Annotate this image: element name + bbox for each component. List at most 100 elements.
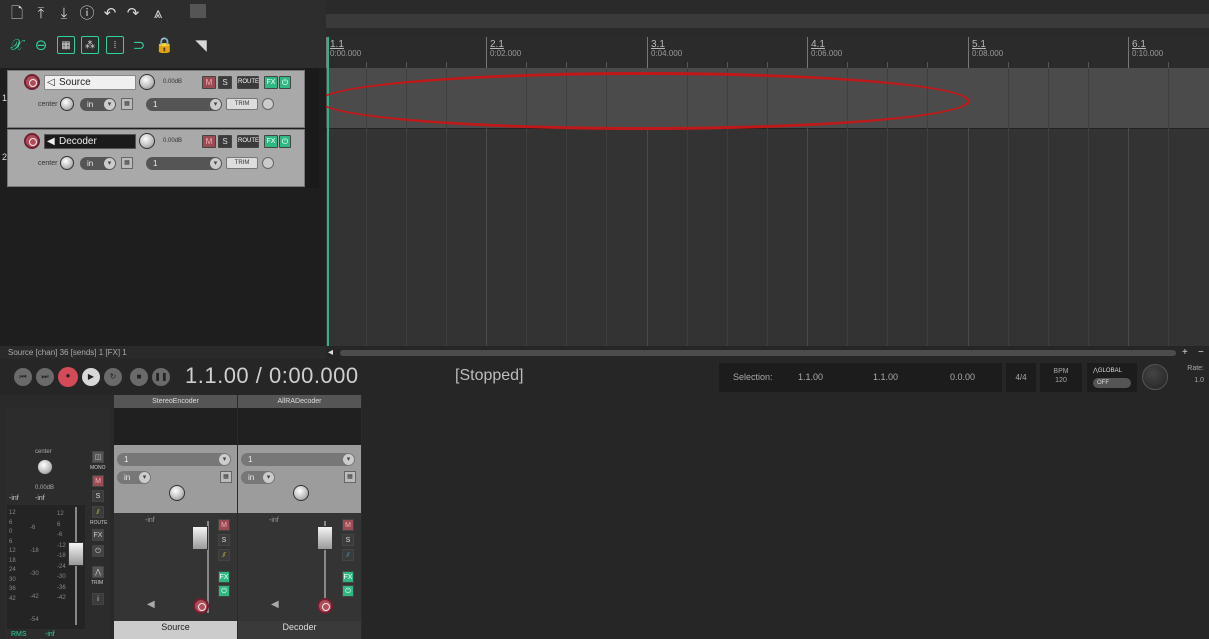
strip-record-arm-button[interactable]: [193, 598, 209, 614]
strip-fader[interactable]: [192, 526, 208, 550]
master-info-icon[interactable]: i: [92, 593, 104, 605]
fx-power-icon[interactable]: ⏻: [279, 135, 291, 148]
time-signature[interactable]: 4/4: [1006, 363, 1036, 392]
master-fx-power-icon[interactable]: ⏻: [92, 545, 104, 557]
channel-select[interactable]: 1 ▾: [146, 157, 222, 170]
marker-icon[interactable]: ⦙: [106, 36, 124, 54]
selection-start[interactable]: 1.1.00: [798, 372, 823, 382]
master-mute-button[interactable]: M: [92, 475, 104, 487]
master-fader-track[interactable]: [75, 507, 77, 625]
region-marker-lane[interactable]: [326, 14, 1209, 28]
time-display[interactable]: 1.1.00 / 0:00.000: [185, 363, 359, 389]
mute-button[interactable]: M: [202, 76, 216, 89]
strip-fx-power-icon[interactable]: ⏻: [218, 585, 230, 597]
channel-select[interactable]: 1 ▾: [146, 98, 222, 111]
fx-button[interactable]: FX: [264, 135, 278, 148]
scroll-thumb[interactable]: [340, 350, 1176, 356]
strip-channel-select[interactable]: 1 ▾: [117, 453, 231, 466]
zoom-out-icon[interactable]: −: [1198, 347, 1204, 358]
selection-display[interactable]: Selection: 1.1.00 1.1.00 0.0.00: [719, 363, 1002, 392]
link-icon[interactable]: ⊖: [32, 36, 50, 54]
strip-mute-button[interactable]: M: [342, 519, 354, 531]
master-route-icon[interactable]: ⫽: [92, 506, 104, 518]
volume-knob[interactable]: [139, 74, 155, 90]
master-fx-button[interactable]: FX: [92, 529, 104, 541]
strip-speaker-icon[interactable]: ◀: [271, 599, 279, 610]
scroll-left-icon[interactable]: ◂: [328, 347, 333, 358]
strip-fx-slot[interactable]: StereoEncoder: [114, 395, 237, 408]
new-project-icon[interactable]: 🗋: [8, 4, 26, 22]
redo-icon[interactable]: ↷: [124, 4, 142, 22]
zoom-in-icon[interactable]: +: [1182, 347, 1188, 358]
strip-route-icon[interactable]: ⫽: [342, 549, 354, 561]
fx-list[interactable]: [114, 408, 237, 445]
track-name-field[interactable]: ◁ Source: [44, 75, 136, 90]
play-button[interactable]: ▶: [82, 368, 100, 386]
grid-icon[interactable]: [190, 4, 206, 18]
open-project-icon[interactable]: ⤒: [32, 4, 50, 22]
track-source[interactable]: 1 ◁ Source 0.00dB M S ROUTE FX ⏻ center i…: [2, 70, 305, 128]
envelope-icon[interactable]: ⁂: [81, 36, 99, 54]
route-button[interactable]: ROUTE: [237, 76, 259, 89]
phase-icon[interactable]: [262, 98, 274, 110]
edit-cursor[interactable]: [327, 37, 329, 346]
io-icon[interactable]: ▦: [121, 98, 133, 110]
master-solo-button[interactable]: S: [92, 490, 104, 502]
record-arm-button[interactable]: [24, 133, 40, 149]
master-envelope-icon[interactable]: ⋀: [92, 566, 104, 578]
strip-fx-button[interactable]: FX: [218, 571, 230, 583]
ripple-icon[interactable]: 𝒳: [8, 36, 26, 54]
master-fader[interactable]: [68, 542, 84, 566]
strip-mute-button[interactable]: M: [218, 519, 230, 531]
solo-button[interactable]: S: [218, 135, 232, 148]
strip-speaker-icon[interactable]: ◀: [147, 599, 155, 610]
mixer-strip-source[interactable]: StereoEncoder 1 ▾ in ▾ ▦ -inf M S ⫽ FX ⏻ ◀…: [114, 395, 237, 639]
pan-knob[interactable]: [60, 97, 74, 111]
master-trim-label[interactable]: TRIM: [91, 580, 103, 586]
io-icon[interactable]: ▦: [344, 471, 356, 483]
mixer-empty-area[interactable]: [362, 395, 1209, 639]
scissors-icon[interactable]: ◥: [192, 36, 210, 54]
pause-button[interactable]: ❚❚: [152, 368, 170, 386]
metronome-icon[interactable]: ⩓: [149, 4, 167, 22]
input-select[interactable]: in ▾: [80, 98, 116, 111]
repeat-icon[interactable]: ↻: [104, 368, 122, 386]
playrate-knob[interactable]: [1142, 364, 1168, 390]
trim-button[interactable]: TRIM: [226, 98, 258, 110]
mono-label[interactable]: MONO: [90, 465, 106, 471]
go-to-start-icon[interactable]: ⏮: [14, 368, 32, 386]
phase-icon[interactable]: [262, 157, 274, 169]
strip-fx-power-icon[interactable]: ⏻: [342, 585, 354, 597]
loop-icon[interactable]: ⊃: [130, 36, 148, 54]
strip-fx-button[interactable]: FX: [342, 571, 354, 583]
solo-button[interactable]: S: [218, 76, 232, 89]
master-mono-icon[interactable]: ◫: [92, 451, 104, 463]
rms-label[interactable]: RMS: [11, 631, 27, 638]
save-project-icon[interactable]: ⤓: [55, 4, 73, 22]
fx-button[interactable]: FX: [264, 76, 278, 89]
go-to-end-icon[interactable]: ⏭: [36, 368, 54, 386]
trim-button[interactable]: TRIM: [226, 157, 258, 169]
undo-icon[interactable]: ↶: [101, 4, 119, 22]
horizontal-scrollbar[interactable]: ◂ + −: [326, 346, 1209, 359]
info-icon[interactable]: ⓘ: [78, 4, 96, 22]
strip-input-select[interactable]: in ▾: [241, 471, 275, 484]
master-route-label[interactable]: ROUTE: [90, 520, 108, 526]
strip-record-arm-button[interactable]: [317, 598, 333, 614]
lock-icon[interactable]: 🔒: [155, 36, 174, 54]
route-button[interactable]: ROUTE: [237, 135, 259, 148]
strip-fader[interactable]: [317, 526, 333, 550]
strip-input-select[interactable]: in ▾: [117, 471, 151, 484]
record-button[interactable]: ●: [58, 367, 78, 387]
strip-name[interactable]: Source: [114, 621, 237, 639]
io-icon[interactable]: ▦: [121, 157, 133, 169]
selection-end[interactable]: 1.1.00: [873, 372, 898, 382]
strip-fx-slot[interactable]: AllRADecoder: [238, 395, 361, 408]
global-automation[interactable]: ⋀GLOBAL OFF: [1087, 363, 1137, 392]
stop-button[interactable]: ■: [130, 368, 148, 386]
strip-route-icon[interactable]: ⫽: [218, 549, 230, 561]
bpm-display[interactable]: BPM 120: [1040, 363, 1082, 392]
grid-snap-icon[interactable]: ▦: [57, 36, 75, 54]
strip-pan-knob[interactable]: [293, 485, 309, 501]
timeline-ruler[interactable]: 1.1 0:00.000 2.1 0:02.000 3.1 0:04.000 4.1 0…: [326, 37, 1209, 68]
